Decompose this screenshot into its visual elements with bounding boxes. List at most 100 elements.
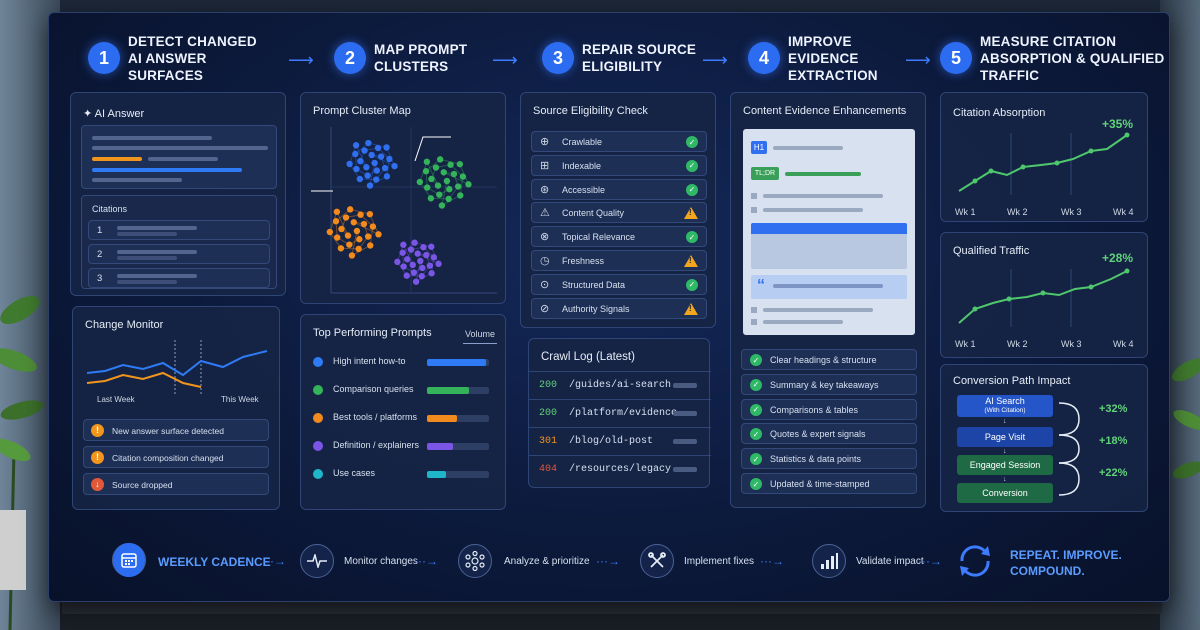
prompt-row[interactable]: High intent how-to bbox=[313, 355, 497, 371]
cluster-node bbox=[346, 241, 353, 248]
weekly-cadence-label: WEEKLY CADENCE bbox=[158, 555, 271, 569]
eligibility-row[interactable]: ⚠ Content Quality ! bbox=[531, 202, 707, 224]
volume-column-header: Volume bbox=[465, 329, 496, 339]
cluster-node bbox=[454, 183, 462, 190]
eligibility-label: Topical Relevance bbox=[562, 232, 636, 243]
cluster-node bbox=[443, 177, 451, 185]
tldr-tag: TL;DR bbox=[751, 167, 779, 180]
cluster-node bbox=[338, 225, 345, 233]
eligibility-title: Source Eligibility Check bbox=[533, 105, 648, 117]
alert-text: Citation composition changed bbox=[112, 453, 224, 463]
citation-number: 1 bbox=[97, 225, 103, 236]
conversion-delta: +32% bbox=[1099, 403, 1128, 415]
citations-label: Citations bbox=[92, 204, 128, 214]
check-icon: ✓ bbox=[686, 278, 698, 291]
traffic-delta: +28% bbox=[1101, 251, 1133, 265]
status-bar bbox=[673, 467, 697, 472]
quote-block: “ bbox=[751, 275, 907, 299]
evidence-item[interactable]: ✓ Summary & key takeaways bbox=[741, 373, 917, 395]
crawl-row[interactable]: 404 /resources/legacy bbox=[529, 455, 711, 481]
check-icon: ✓ bbox=[686, 231, 698, 244]
evidence-item[interactable]: ✓ Updated & time-stamped bbox=[741, 473, 917, 494]
conversion-title: Conversion Path Impact bbox=[953, 375, 1071, 387]
evidence-label: Statistics & data points bbox=[770, 454, 862, 465]
citation-item[interactable]: 2 bbox=[88, 244, 270, 264]
eligibility-row[interactable]: ◷ Freshness ! bbox=[531, 250, 707, 271]
crawl-path: /blog/old-post bbox=[569, 436, 654, 447]
evidence-item[interactable]: ✓ Statistics & data points bbox=[741, 448, 917, 470]
eligibility-row[interactable]: ⊞ Indexable ✓ bbox=[531, 154, 707, 176]
eligibility-row[interactable]: ⊘ Authority Signals ! bbox=[531, 297, 707, 319]
eligibility-label: Indexable bbox=[562, 160, 602, 171]
crawl-row[interactable]: 301 /blog/old-post bbox=[529, 427, 711, 453]
check-icon: ✓ bbox=[750, 478, 762, 490]
stage-label: Engaged Session bbox=[969, 459, 1041, 470]
cluster-node bbox=[436, 156, 444, 163]
prompt-row[interactable]: Best tools / platforms bbox=[313, 411, 497, 427]
citation-item[interactable]: 1 bbox=[88, 220, 270, 240]
evidence-label: Clear headings & structure bbox=[770, 355, 877, 365]
alert-item[interactable]: ↓ Source dropped bbox=[83, 473, 269, 495]
cluster-node bbox=[428, 175, 435, 183]
cluster-node bbox=[383, 173, 391, 180]
warning-icon: ! bbox=[684, 255, 698, 267]
eligibility-row[interactable]: ⊗ Topical Relevance ✓ bbox=[531, 226, 707, 248]
arrow-down-icon: ↓ bbox=[1003, 418, 1007, 425]
citation-number: 3 bbox=[97, 273, 103, 284]
top-prompts-panel: Top Performing Prompts Volume High inten… bbox=[300, 314, 506, 510]
prompt-row[interactable]: Definition / explainers bbox=[313, 439, 497, 455]
eligibility-row[interactable]: ⊙ Structured Data ✓ bbox=[531, 273, 707, 295]
week-label: Wk 4 bbox=[1113, 339, 1134, 349]
status-bar bbox=[673, 439, 697, 444]
cluster-node bbox=[333, 208, 341, 215]
citation-item[interactable]: 3 bbox=[88, 268, 270, 288]
cluster-node bbox=[353, 165, 360, 173]
cluster-map-title: Prompt Cluster Map bbox=[313, 105, 411, 117]
cluster-node bbox=[456, 160, 464, 168]
arrow-right-icon: ⟶ bbox=[288, 50, 314, 70]
flow-stage: Conversion bbox=[957, 483, 1053, 503]
repeat-label-line1: REPEAT. IMPROVE. bbox=[1010, 548, 1122, 562]
accessibility-icon: ⊛ bbox=[540, 183, 550, 196]
week-label: Wk 3 bbox=[1061, 207, 1082, 217]
eligibility-row[interactable]: ⊕ Crawlable ✓ bbox=[531, 131, 707, 152]
cluster-node bbox=[373, 176, 380, 183]
flow-stage: Page Visit bbox=[957, 427, 1053, 447]
eligibility-label: Content Quality bbox=[562, 208, 625, 219]
cluster-node bbox=[355, 245, 362, 253]
status-bar bbox=[673, 383, 697, 388]
cluster-node bbox=[400, 241, 407, 248]
alert-item[interactable]: ! Citation composition changed bbox=[83, 446, 269, 468]
cluster-node bbox=[332, 218, 340, 225]
eligibility-row[interactable]: ⊛ Accessible ✓ bbox=[531, 178, 707, 200]
eligibility-label: Accessible bbox=[562, 184, 606, 195]
cluster-node bbox=[446, 186, 453, 193]
cluster-node bbox=[423, 158, 431, 165]
check-icon: ✓ bbox=[750, 403, 762, 416]
qualified-traffic-panel: Qualified Traffic +28% Wk 1 Wk 2 Wk 3 Wk… bbox=[940, 232, 1148, 358]
loop-arrows bbox=[1058, 402, 1080, 496]
check-icon: ✓ bbox=[750, 453, 762, 466]
alert-item[interactable]: ! New answer surface detected bbox=[83, 419, 269, 441]
cluster-node bbox=[418, 272, 425, 280]
stage-sublabel: (With Citation) bbox=[984, 407, 1026, 414]
check-icon: ✓ bbox=[750, 428, 762, 441]
step-number: 3 bbox=[542, 42, 574, 74]
prompt-row[interactable]: Comparison queries bbox=[313, 383, 497, 399]
cluster-node bbox=[459, 173, 467, 180]
crawl-row[interactable]: 200 /guides/ai-search bbox=[529, 371, 711, 397]
volume-bar bbox=[427, 387, 470, 394]
prompt-dot-icon bbox=[313, 441, 323, 451]
evidence-item[interactable]: ✓ Clear headings & structure bbox=[741, 349, 917, 370]
cluster-node bbox=[342, 214, 350, 221]
crawl-row[interactable]: 200 /platform/evidence bbox=[529, 399, 711, 425]
x-label-this-week: This Week bbox=[221, 395, 259, 404]
evidence-item[interactable]: ✓ Quotes & expert signals bbox=[741, 423, 917, 445]
prompt-row[interactable]: Use cases bbox=[313, 467, 497, 483]
arrow-right-icon: ⟶ bbox=[492, 50, 518, 70]
evidence-item[interactable]: ✓ Comparisons & tables bbox=[741, 398, 917, 420]
cluster-node bbox=[426, 262, 434, 269]
ai-answer-title-text: AI Answer bbox=[94, 108, 145, 120]
cluster-node bbox=[422, 168, 430, 175]
citations-card: Citations 1 2 3 bbox=[81, 195, 277, 289]
